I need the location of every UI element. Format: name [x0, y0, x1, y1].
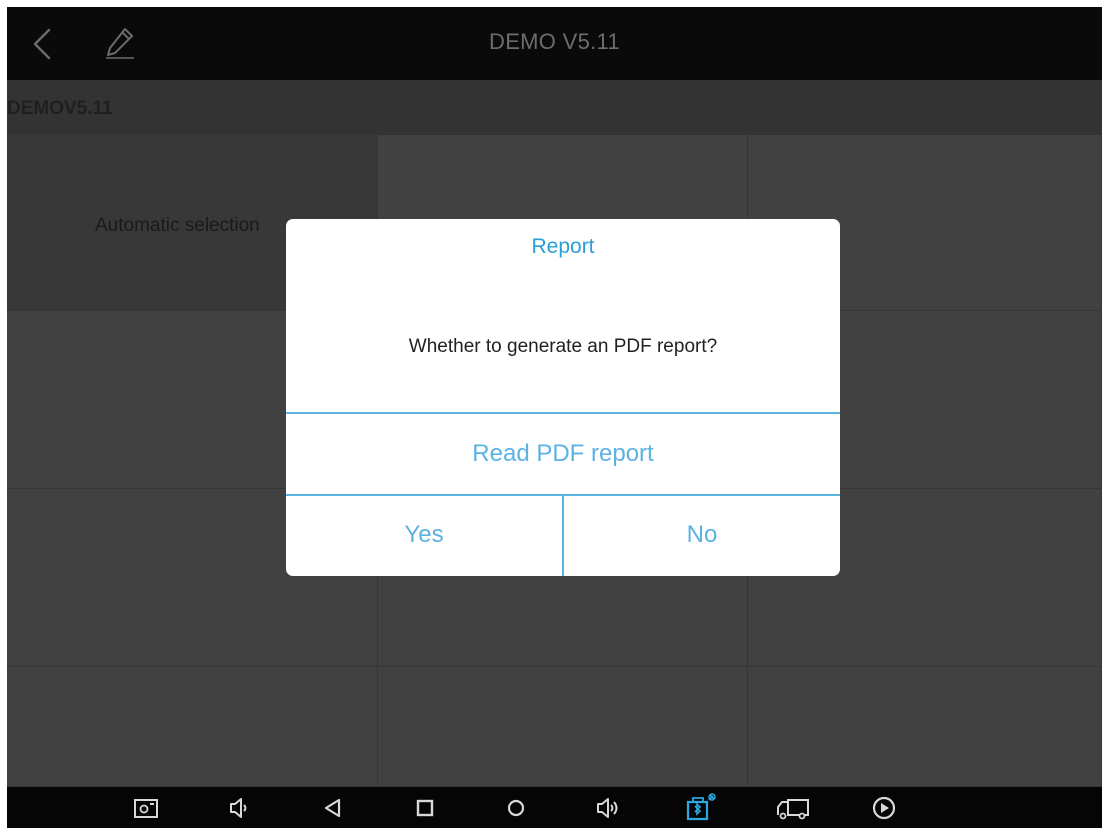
app-screen: DEMO V5.11 DEMOV5.11 Automatic selection…	[7, 7, 1102, 828]
read-pdf-report-button[interactable]: Read PDF report	[286, 414, 840, 494]
volume-down-icon[interactable]	[225, 795, 253, 821]
dialog-message: Whether to generate an PDF report?	[408, 336, 718, 357]
breadcrumb-label: DEMOV5.11	[7, 98, 113, 119]
page-title: DEMO V5.11	[489, 29, 620, 54]
back-triangle-icon[interactable]	[319, 795, 347, 821]
vci-connection-icon[interactable]	[685, 792, 719, 822]
dialog-title: Report	[531, 235, 595, 258]
grid-cell-label: Automatic selection	[95, 215, 260, 236]
report-dialog: Report Whether to generate an PDF report…	[286, 219, 840, 576]
volume-up-icon[interactable]	[594, 795, 622, 821]
play-circle-icon[interactable]	[870, 795, 898, 821]
truck-icon[interactable]	[775, 795, 811, 821]
system-nav-bar	[7, 787, 1102, 828]
grid-cell[interactable]	[378, 667, 748, 787]
breadcrumb: DEMOV5.11	[7, 80, 1102, 135]
grid-cell[interactable]	[7, 667, 378, 787]
recent-apps-square-icon[interactable]	[411, 795, 439, 821]
screenshot-icon[interactable]	[132, 795, 160, 821]
grid-cell[interactable]	[748, 667, 1102, 787]
home-circle-icon[interactable]	[502, 795, 530, 821]
no-button[interactable]: No	[564, 496, 840, 576]
yes-button[interactable]: Yes	[286, 496, 562, 576]
title-bar: DEMO V5.11	[7, 7, 1102, 80]
